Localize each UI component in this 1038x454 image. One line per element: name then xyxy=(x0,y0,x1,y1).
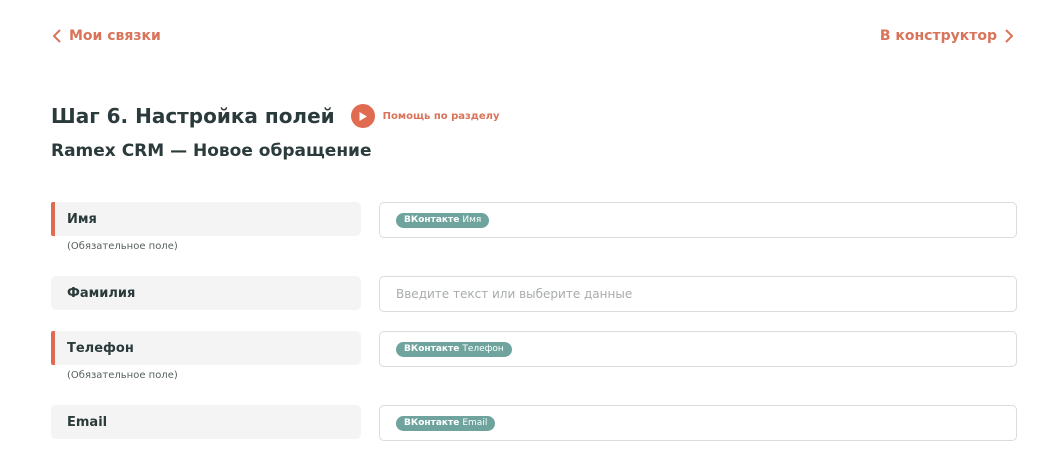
play-icon xyxy=(350,104,375,128)
required-note: (Обязательное поле) xyxy=(67,370,178,381)
chip-value: Телефон xyxy=(462,344,504,354)
data-chip[interactable]: ВКонтакте Имя xyxy=(396,212,490,228)
first-name-input[interactable]: ВКонтакте Имя xyxy=(379,202,1017,238)
to-constructor-link[interactable]: В конструктор xyxy=(880,28,1014,44)
title-row: Шаг 6. Настройка полей Помощь по разделу xyxy=(51,104,500,128)
last-name-input[interactable]: Введите текст или выберите данные xyxy=(379,276,1017,312)
field-label: Телефон xyxy=(51,331,361,365)
data-chip[interactable]: ВКонтакте Телефон xyxy=(396,341,512,357)
help-button[interactable]: Помощь по разделу xyxy=(350,104,500,128)
chip-value: Имя xyxy=(462,215,482,225)
field-label: Фамилия xyxy=(51,276,361,310)
back-link-label: Мои связки xyxy=(69,28,161,44)
top-navigation: Мои связки В конструктор xyxy=(52,26,1014,46)
chip-source: ВКонтакте xyxy=(404,215,460,225)
field-label: Имя xyxy=(51,202,361,236)
chip-source: ВКонтакте xyxy=(404,418,460,428)
back-to-my-links[interactable]: Мои связки xyxy=(52,28,161,44)
forward-link-label: В конструктор xyxy=(879,28,997,44)
data-chip[interactable]: ВКонтакте Email xyxy=(396,415,496,431)
field-label: Email xyxy=(51,405,361,439)
chevron-right-icon xyxy=(1005,29,1014,43)
phone-input[interactable]: ВКонтакте Телефон xyxy=(379,331,1017,367)
page-title: Шаг 6. Настройка полей xyxy=(51,104,335,128)
page-subtitle: Ramex CRM — Новое обращение xyxy=(51,141,372,161)
required-note: (Обязательное поле) xyxy=(67,241,178,252)
input-placeholder: Введите текст или выберите данные xyxy=(396,287,633,301)
help-label: Помощь по разделу xyxy=(382,110,500,122)
chip-value: Email xyxy=(462,418,488,428)
chevron-left-icon xyxy=(52,29,61,43)
chip-source: ВКонтакте xyxy=(404,344,460,354)
email-input[interactable]: ВКонтакте Email xyxy=(379,405,1017,441)
